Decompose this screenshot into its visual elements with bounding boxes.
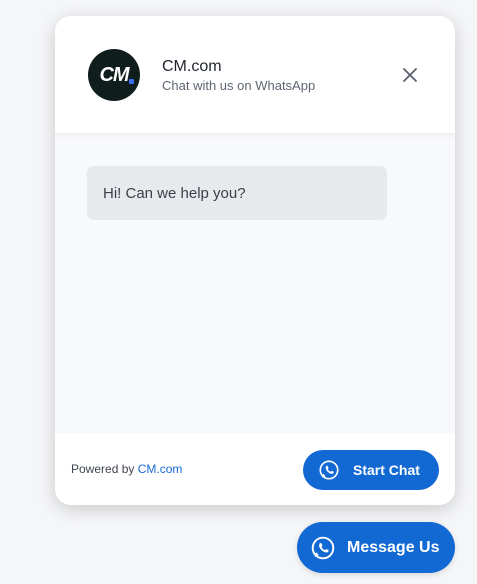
cm-link[interactable]: CM.com bbox=[138, 462, 183, 476]
message-us-label: Message Us bbox=[347, 538, 440, 556]
widget-footer: Powered by CM.com Start Chat bbox=[55, 433, 455, 505]
close-icon bbox=[403, 68, 417, 82]
powered-by-label: Powered by bbox=[71, 462, 138, 476]
message-bubble: Hi! Can we help you? bbox=[87, 166, 387, 220]
start-chat-label: Start Chat bbox=[353, 462, 420, 478]
widget-header: CM CM.com Chat with us on WhatsApp bbox=[55, 16, 455, 133]
chat-widget: CM CM.com Chat with us on WhatsApp Hi! C… bbox=[55, 16, 455, 505]
widget-subtitle: Chat with us on WhatsApp bbox=[162, 78, 316, 93]
whatsapp-icon bbox=[319, 460, 339, 480]
close-button[interactable] bbox=[399, 64, 421, 86]
conversation-area: Hi! Can we help you? bbox=[55, 133, 455, 433]
powered-by: Powered by CM.com bbox=[71, 462, 182, 476]
message-us-button[interactable]: Message Us bbox=[297, 522, 455, 573]
cm-logo: CM bbox=[88, 49, 140, 101]
whatsapp-icon bbox=[311, 536, 335, 559]
logo-dot bbox=[129, 79, 134, 84]
logo-text: CM bbox=[99, 63, 129, 86]
start-chat-button[interactable]: Start Chat bbox=[303, 450, 439, 490]
widget-title: CM.com bbox=[162, 58, 222, 75]
